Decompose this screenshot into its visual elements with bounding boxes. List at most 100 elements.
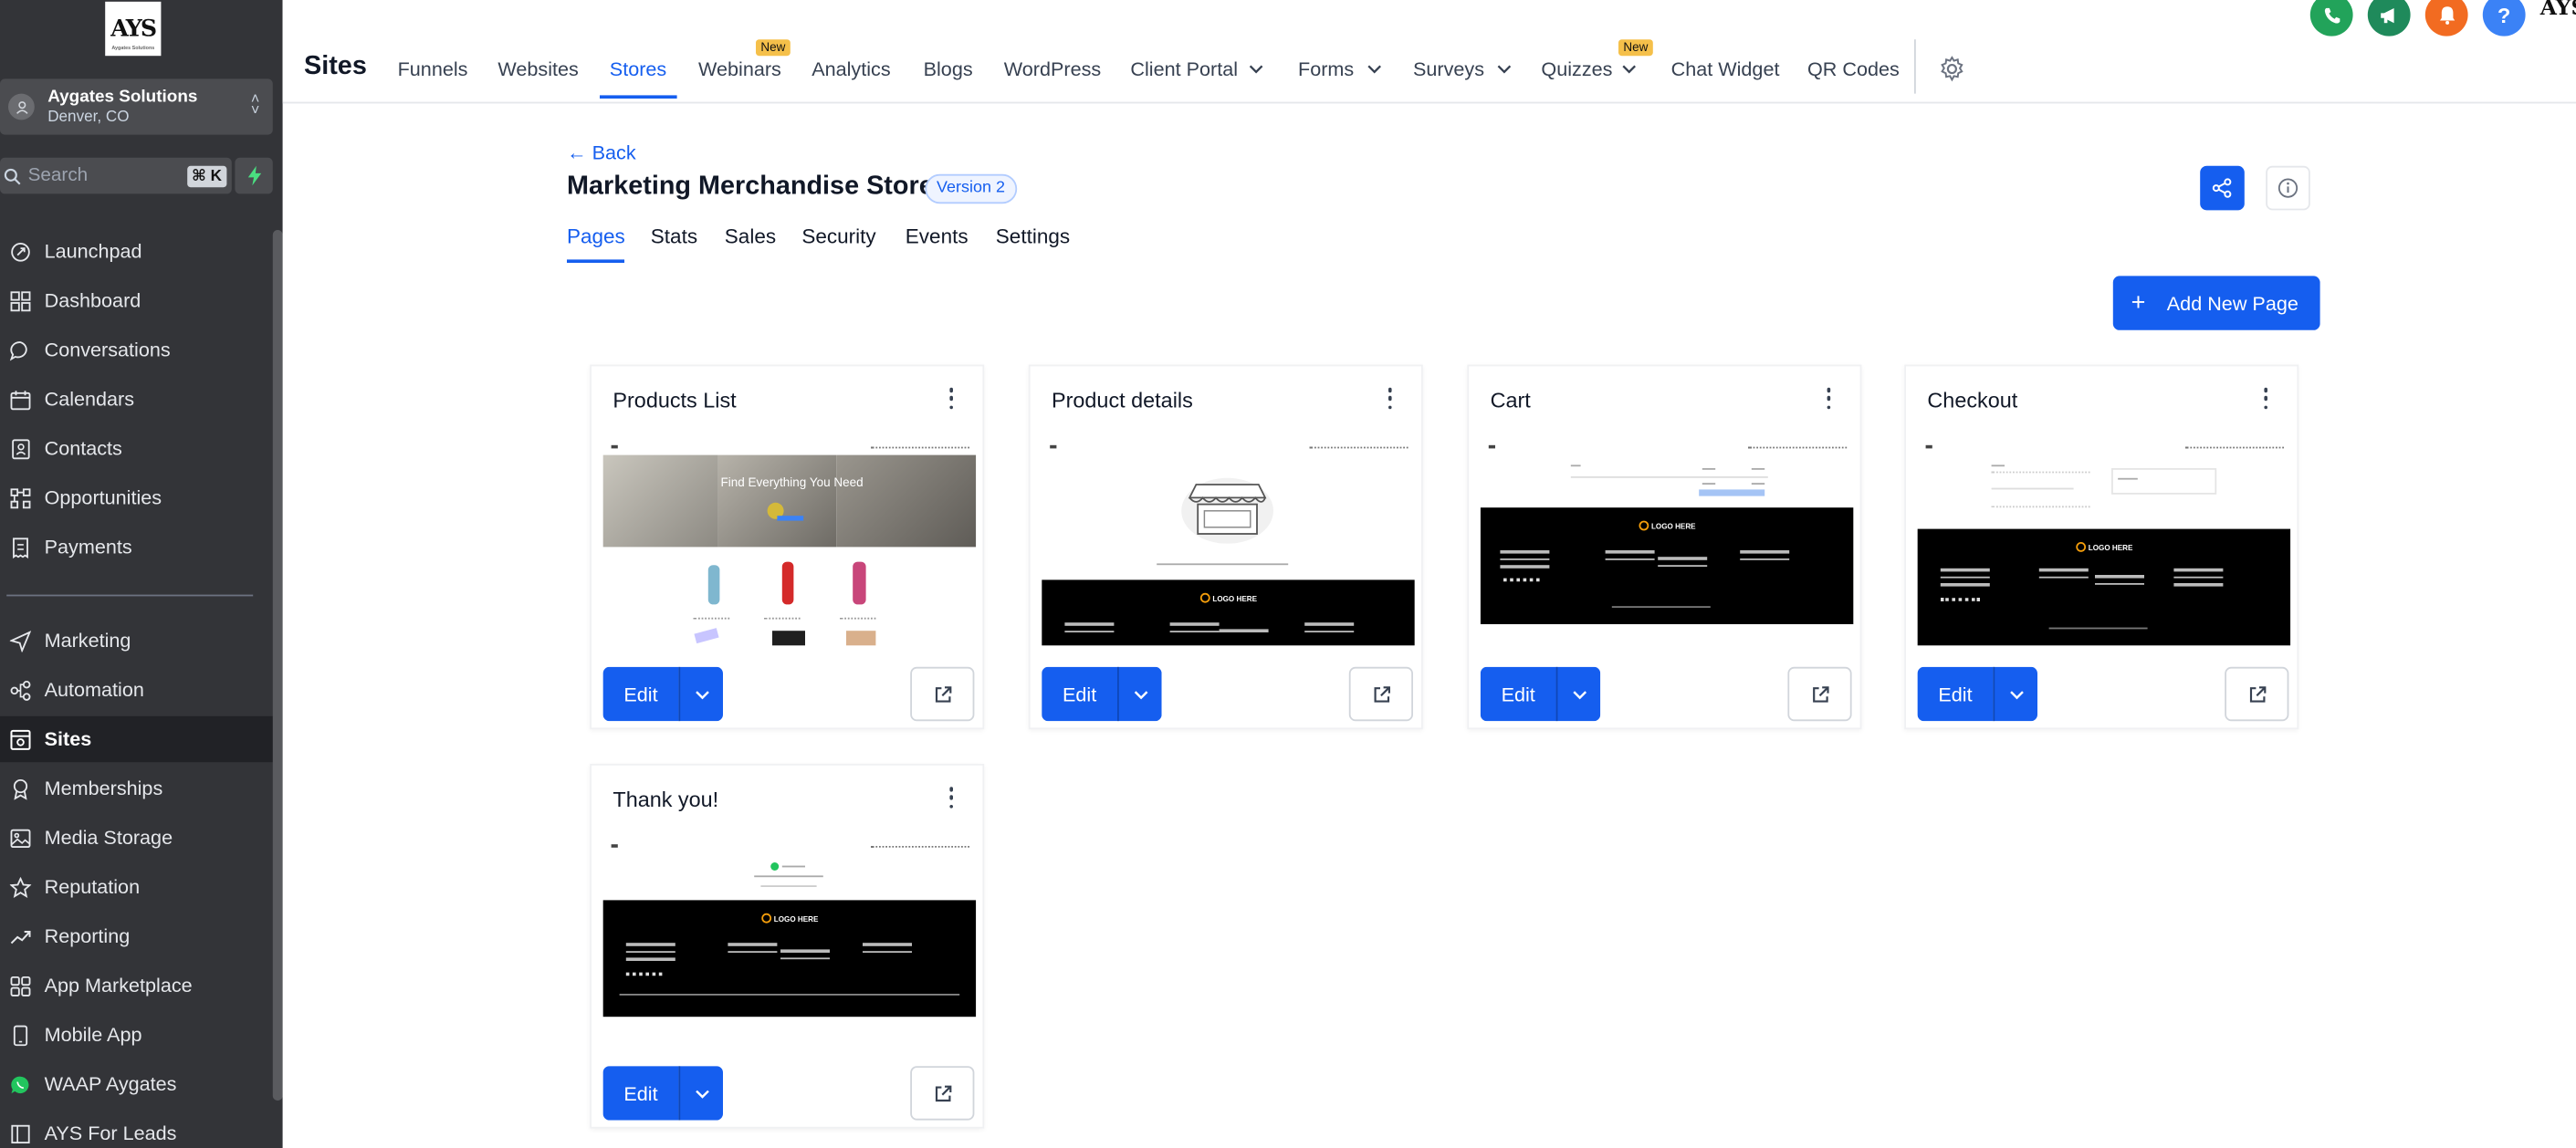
sidebar-item-calendars[interactable]: Calendars [0, 376, 276, 422]
notifications-button[interactable] [2424, 0, 2468, 37]
more-options-icon[interactable] [948, 387, 955, 410]
more-options-icon[interactable] [1387, 387, 1393, 410]
page-card-thank-you[interactable]: Thank you! LOGO HERE Edit [590, 764, 985, 1129]
sidebar-item-label: Payments [44, 535, 132, 558]
page-card-checkout[interactable]: Checkout LOGO HERE Edit [1904, 364, 2299, 730]
page-thumbnail[interactable]: LOGO HERE [1917, 442, 2291, 646]
quick-actions-button[interactable] [235, 157, 273, 194]
edit-dropdown-button[interactable] [678, 666, 723, 722]
sidebar-item-contacts[interactable]: Contacts [0, 425, 276, 471]
edit-button[interactable]: Edit [602, 666, 679, 722]
edit-button[interactable]: Edit [1917, 666, 1994, 722]
sidebar-item-conversations[interactable]: Conversations [0, 327, 276, 372]
announcements-button[interactable] [2367, 0, 2411, 37]
tab-client-portal[interactable]: Client Portal [1130, 57, 1264, 80]
tab-blogs[interactable]: Blogs [924, 57, 973, 80]
gear-icon[interactable] [1939, 56, 1965, 90]
page-thumbnail[interactable]: LOGO HERE [1042, 442, 1415, 646]
sidebar-item-label: Reporting [44, 924, 131, 948]
tab-sales[interactable]: Sales [725, 225, 776, 248]
sidebar-item-payments[interactable]: Payments [0, 524, 276, 569]
page-card-product-details[interactable]: Product details LOGO HERE Edit [1028, 364, 1423, 730]
edit-dropdown-button[interactable] [678, 1066, 723, 1121]
help-button[interactable]: ? [2482, 0, 2526, 37]
tab-forms[interactable]: Forms [1298, 57, 1382, 80]
tab-webinars[interactable]: Webinars [698, 57, 781, 80]
search-input[interactable]: Search ⌘ K [0, 157, 232, 194]
sidebar-item-reputation[interactable]: Reputation [0, 864, 276, 910]
add-new-page-button[interactable]: + Add New Page [2112, 276, 2320, 330]
open-external-button[interactable] [2225, 666, 2289, 722]
more-options-icon[interactable] [948, 787, 955, 809]
open-external-button[interactable] [1787, 666, 1852, 722]
company-logo[interactable]: AYS Aygates Solutions [105, 1, 162, 57]
external-link-icon [1812, 685, 1828, 702]
sidebar-item-mobile-app[interactable]: Mobile App [0, 1012, 276, 1058]
sidebar-item-waap-aygates[interactable]: WAAP Aygates [0, 1061, 276, 1107]
edit-dropdown-button[interactable] [1993, 666, 2037, 722]
page-card-products-list[interactable]: Products List Find Everything You Need E… [590, 364, 985, 730]
thumbnail-footer: LOGO HERE [1480, 507, 1854, 624]
whatsapp-icon [5, 1073, 34, 1094]
edit-dropdown-button[interactable] [1555, 666, 1601, 722]
tab-qr-codes[interactable]: QR Codes [1807, 57, 1900, 80]
back-link[interactable]: ← Back [567, 141, 636, 164]
sidebar-item-marketing[interactable]: Marketing [0, 618, 276, 663]
sidebar-item-opportunities[interactable]: Opportunities [0, 475, 276, 520]
tab-stats[interactable]: Stats [651, 225, 697, 248]
sidebar-item-reporting[interactable]: Reporting [0, 913, 276, 959]
tab-surveys[interactable]: Surveys [1413, 57, 1513, 80]
search-placeholder: Search [27, 165, 89, 186]
sidebar-item-memberships[interactable]: Memberships [0, 766, 276, 811]
sidebar-scrollbar[interactable] [272, 230, 283, 1101]
sidebar-item-label: Media Storage [44, 826, 173, 850]
grid-icon [5, 290, 34, 311]
info-button[interactable] [2266, 165, 2310, 211]
more-options-icon[interactable] [1826, 387, 1832, 410]
account-location: Denver, CO [47, 107, 130, 126]
tab-events[interactable]: Events [906, 225, 969, 248]
sidebar-item-automation[interactable]: Automation [0, 667, 276, 713]
sidebar: AYS Aygates Solutions Aygates Solutions … [0, 0, 283, 1148]
tab-quizzes[interactable]: Quizzes [1541, 57, 1637, 80]
edit-button[interactable]: Edit [1480, 666, 1556, 722]
edit-button[interactable]: Edit [602, 1066, 679, 1121]
page-thumbnail[interactable]: LOGO HERE [602, 840, 977, 1045]
more-options-icon[interactable] [2263, 387, 2269, 410]
sidebar-item-media-storage[interactable]: Media Storage [0, 815, 276, 861]
open-external-button[interactable] [1348, 666, 1413, 722]
tab-pages[interactable]: Pages [567, 225, 625, 248]
open-external-button[interactable] [910, 666, 975, 722]
tab-wordpress[interactable]: WordPress [1004, 57, 1101, 80]
external-link-icon [1373, 685, 1390, 702]
page-card-cart[interactable]: Cart LOGO HERE Edit [1467, 364, 1862, 730]
sidebar-item-dashboard[interactable]: Dashboard [0, 277, 276, 323]
account-switcher[interactable]: Aygates Solutions Denver, CO ˄ ˅ [0, 78, 273, 135]
page-thumbnail[interactable]: Find Everything You Need [602, 442, 977, 646]
page-title: Sites [304, 52, 367, 81]
open-external-button[interactable] [910, 1066, 975, 1121]
tab-analytics[interactable]: Analytics [812, 57, 890, 80]
chevron-down-icon [1572, 690, 1586, 699]
nav-separator [1914, 39, 1916, 94]
tab-security[interactable]: Security [801, 225, 875, 248]
chevron-down-icon [1250, 65, 1264, 74]
chevron-down-icon [1133, 690, 1147, 699]
tab-websites[interactable]: Websites [497, 57, 578, 80]
edit-dropdown-button[interactable] [1117, 666, 1162, 722]
sidebar-item-sites[interactable]: Sites [0, 715, 277, 763]
edit-button[interactable]: Edit [1042, 666, 1117, 722]
sidebar-item-label: Dashboard [44, 288, 141, 312]
tab-funnels[interactable]: Funnels [398, 57, 468, 80]
tab-settings[interactable]: Settings [996, 225, 1070, 248]
sidebar-item-label: Sites [44, 727, 92, 751]
tab-chat-widget[interactable]: Chat Widget [1671, 57, 1780, 80]
share-button[interactable] [2200, 165, 2245, 211]
page-thumbnail[interactable]: LOGO HERE [1480, 442, 1854, 646]
phone-call-button[interactable] [2309, 0, 2353, 37]
sidebar-item-launchpad[interactable]: Launchpad [0, 228, 276, 274]
sidebar-item-app-marketplace[interactable]: App Marketplace [0, 963, 276, 1008]
sidebar-item-ays-for-leads[interactable]: AYS For Leads [0, 1111, 276, 1148]
tab-stores[interactable]: Stores [610, 57, 666, 80]
new-badge: New [756, 39, 791, 57]
